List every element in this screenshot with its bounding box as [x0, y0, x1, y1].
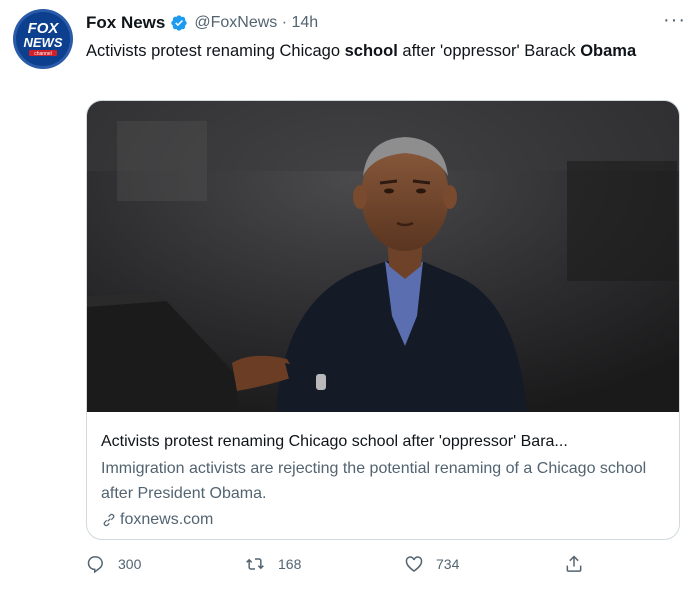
- retweet-icon: [246, 558, 264, 570]
- card-domain[interactable]: foxnews.com: [101, 508, 667, 532]
- tweet-text-part: Activists protest renaming Chicago: [86, 42, 345, 60]
- card-description: Immigration activists are rejecting the …: [101, 460, 647, 502]
- retweet-button[interactable]: 168: [244, 554, 301, 574]
- tweet-header: Fox News @FoxNews · 14h ···: [86, 9, 686, 35]
- reply-icon: [87, 556, 103, 574]
- card-title[interactable]: Activists protest renaming Chicago schoo…: [101, 431, 667, 453]
- tweet[interactable]: FOX NEWS channel Fox News @FoxNews · 14h…: [0, 0, 700, 594]
- more-horizontal-icon[interactable]: ···: [663, 9, 686, 32]
- link-card[interactable]: Activists protest renaming Chicago schoo…: [86, 100, 680, 540]
- display-name[interactable]: Fox News: [86, 13, 165, 33]
- share-button[interactable]: [564, 554, 596, 574]
- verified-badge-icon: [170, 14, 188, 32]
- avatar[interactable]: FOX NEWS channel: [12, 8, 74, 70]
- action-bar: 300 168 734: [86, 554, 596, 580]
- like-count: 734: [436, 556, 460, 572]
- tweet-text-highlight: school: [344, 42, 398, 60]
- fox-news-logo: FOX NEWS channel: [13, 9, 73, 69]
- tweet-text-highlight: Obama: [580, 42, 637, 60]
- logo-text-news: NEWS: [24, 35, 63, 50]
- card-image[interactable]: [87, 101, 679, 412]
- link-icon: [103, 513, 115, 527]
- handle-and-time[interactable]: @FoxNews · 14h: [194, 14, 318, 32]
- heart-icon: [405, 556, 423, 573]
- reply-button[interactable]: 300: [86, 554, 141, 574]
- retweet-count: 168: [278, 556, 302, 572]
- like-button[interactable]: 734: [404, 554, 459, 574]
- card-body[interactable]: Activists protest renaming Chicago schoo…: [101, 431, 667, 532]
- tweet-text-part: after 'oppressor' Barack: [397, 42, 581, 60]
- logo-text-channel: channel: [34, 51, 52, 57]
- reply-count: 300: [118, 556, 142, 572]
- tweet-text: Activists protest renaming Chicago schoo…: [86, 39, 676, 64]
- share-icon: [566, 555, 582, 572]
- card-domain-text: foxnews.com: [120, 511, 214, 528]
